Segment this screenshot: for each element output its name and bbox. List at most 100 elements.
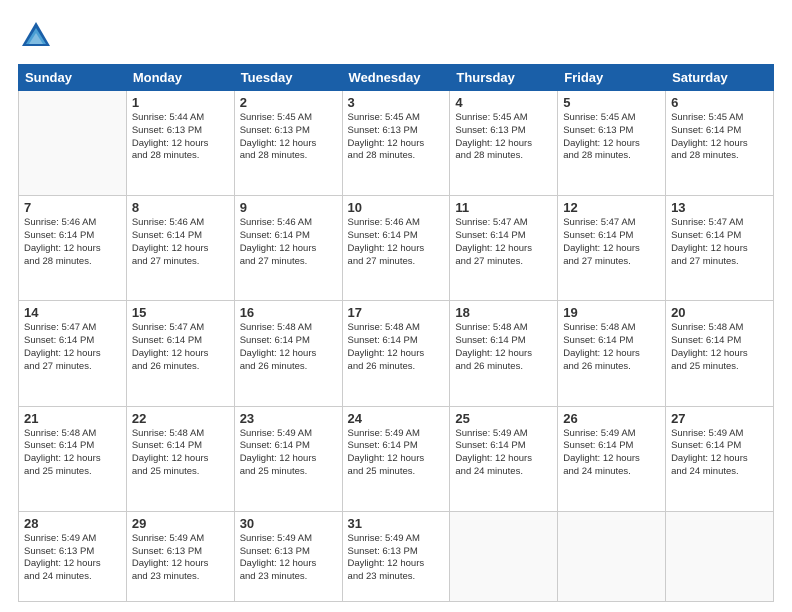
daylight-text: Daylight: 12 hours	[24, 558, 101, 569]
weekday-header: Friday	[558, 65, 666, 91]
sunrise-text: Sunrise: 5:45 AM	[671, 112, 743, 123]
day-info: Sunrise: 5:47 AMSunset: 6:14 PMDaylight:…	[132, 322, 229, 373]
day-number: 20	[671, 305, 768, 320]
daylight-text: Daylight: 12 hours	[348, 453, 425, 464]
calendar-cell: 21Sunrise: 5:48 AMSunset: 6:14 PMDayligh…	[19, 406, 127, 511]
daylight-text: Daylight: 12 hours	[240, 348, 317, 359]
day-number: 28	[24, 516, 121, 531]
day-info: Sunrise: 5:46 AMSunset: 6:14 PMDaylight:…	[348, 217, 445, 268]
sunset-text: Sunset: 6:14 PM	[348, 440, 418, 451]
daylight-text: Daylight: 12 hours	[671, 243, 748, 254]
sunset-text: Sunset: 6:14 PM	[24, 335, 94, 346]
calendar-cell: 24Sunrise: 5:49 AMSunset: 6:14 PMDayligh…	[342, 406, 450, 511]
sunrise-text: Sunrise: 5:48 AM	[671, 322, 743, 333]
daylight-text2: and 24 minutes.	[455, 466, 523, 477]
calendar-cell: 12Sunrise: 5:47 AMSunset: 6:14 PMDayligh…	[558, 196, 666, 301]
day-number: 6	[671, 95, 768, 110]
daylight-text: Daylight: 12 hours	[563, 348, 640, 359]
calendar-cell: 2Sunrise: 5:45 AMSunset: 6:13 PMDaylight…	[234, 91, 342, 196]
daylight-text2: and 28 minutes.	[455, 150, 523, 161]
calendar-table: SundayMondayTuesdayWednesdayThursdayFrid…	[18, 64, 774, 602]
sunrise-text: Sunrise: 5:49 AM	[24, 533, 96, 544]
day-number: 17	[348, 305, 445, 320]
daylight-text: Daylight: 12 hours	[348, 558, 425, 569]
daylight-text2: and 27 minutes.	[240, 256, 308, 267]
sunrise-text: Sunrise: 5:49 AM	[132, 533, 204, 544]
sunset-text: Sunset: 6:14 PM	[24, 230, 94, 241]
sunset-text: Sunset: 6:14 PM	[455, 230, 525, 241]
sunset-text: Sunset: 6:14 PM	[240, 230, 310, 241]
sunset-text: Sunset: 6:13 PM	[348, 125, 418, 136]
day-info: Sunrise: 5:49 AMSunset: 6:14 PMDaylight:…	[240, 428, 337, 479]
sunset-text: Sunset: 6:13 PM	[563, 125, 633, 136]
calendar-cell: 18Sunrise: 5:48 AMSunset: 6:14 PMDayligh…	[450, 301, 558, 406]
sunset-text: Sunset: 6:14 PM	[132, 335, 202, 346]
day-info: Sunrise: 5:45 AM Sunset: 6:13 PM Daylight:…	[563, 112, 660, 163]
day-number: 16	[240, 305, 337, 320]
day-info: Sunrise: 5:47 AMSunset: 6:14 PMDaylight:…	[24, 322, 121, 373]
day-number: 29	[132, 516, 229, 531]
day-info: Sunrise: 5:47 AMSunset: 6:14 PMDaylight:…	[563, 217, 660, 268]
day-info: Sunrise: 5:49 AMSunset: 6:14 PMDaylight:…	[563, 428, 660, 479]
calendar-week-row: 14Sunrise: 5:47 AMSunset: 6:14 PMDayligh…	[19, 301, 774, 406]
calendar-cell	[19, 91, 127, 196]
daylight-text: Daylight: 12 hours	[132, 138, 209, 149]
daylight-text: Daylight: 12 hours	[455, 453, 532, 464]
sunset-text: Sunset: 6:14 PM	[671, 125, 741, 136]
daylight-text: Daylight: 12 hours	[671, 348, 748, 359]
sunset-text: Sunset: 6:14 PM	[563, 335, 633, 346]
sunrise-text: Sunrise: 5:48 AM	[563, 322, 635, 333]
calendar-cell: 25Sunrise: 5:49 AMSunset: 6:14 PMDayligh…	[450, 406, 558, 511]
day-info: Sunrise: 5:49 AMSunset: 6:13 PMDaylight:…	[24, 533, 121, 584]
daylight-text: Daylight: 12 hours	[563, 138, 640, 149]
day-info: Sunrise: 5:48 AMSunset: 6:14 PMDaylight:…	[132, 428, 229, 479]
day-number: 19	[563, 305, 660, 320]
sunset-text: Sunset: 6:14 PM	[455, 440, 525, 451]
day-info: Sunrise: 5:45 AM Sunset: 6:13 PM Daylight:…	[240, 112, 337, 163]
sunrise-text: Sunrise: 5:46 AM	[24, 217, 96, 228]
calendar-cell: 10 Sunrise: 5:46 AMSunset: 6:14 PMDayligh…	[342, 196, 450, 301]
day-number: 10	[348, 200, 445, 215]
logo	[18, 18, 58, 54]
sunrise-text: Sunrise: 5:46 AM	[348, 217, 420, 228]
calendar-cell: 6Sunrise: 5:45 AMSunset: 6:14 PMDaylight…	[666, 91, 774, 196]
calendar-cell: 27 Sunrise: 5:49 AMSunset: 6:14 PMDayligh…	[666, 406, 774, 511]
sunset-text: Sunset: 6:13 PM	[132, 546, 202, 557]
daylight-text: Daylight: 12 hours	[348, 243, 425, 254]
sunset-text: Sunset: 6:14 PM	[132, 230, 202, 241]
day-info: Sunrise: 5:45 AMSunset: 6:13 PMDaylight:…	[348, 112, 445, 163]
day-number: 1	[132, 95, 229, 110]
daylight-text: Daylight: 12 hours	[240, 453, 317, 464]
daylight-text2: and 28 minutes.	[348, 150, 416, 161]
daylight-text: Daylight: 12 hours	[671, 453, 748, 464]
sunset-text: Sunset: 6:13 PM	[240, 546, 310, 557]
sunrise-text: Sunrise: 5:47 AM	[563, 217, 635, 228]
daylight-text2: and 26 minutes.	[348, 361, 416, 372]
sunrise-text: Sunrise: 5:46 AM	[240, 217, 312, 228]
daylight-text2: and 23 minutes.	[132, 571, 200, 582]
day-number: 4	[455, 95, 552, 110]
sunrise-text: Sunrise: 5:45 AM	[563, 112, 635, 123]
daylight-text: Daylight: 12 hours	[455, 348, 532, 359]
daylight-text2: and 25 minutes.	[671, 361, 739, 372]
sunset-text: Sunset: 6:13 PM	[240, 125, 310, 136]
calendar-cell: 31Sunrise: 5:49 AMSunset: 6:13 PMDayligh…	[342, 511, 450, 601]
day-info: Sunrise: 5:49 AMSunset: 6:14 PMDaylight:…	[671, 428, 768, 479]
daylight-text2: and 28 minutes.	[24, 256, 92, 267]
daylight-text2: and 25 minutes.	[132, 466, 200, 477]
daylight-text: Daylight: 12 hours	[240, 138, 317, 149]
calendar-cell: 26Sunrise: 5:49 AMSunset: 6:14 PMDayligh…	[558, 406, 666, 511]
daylight-text: Daylight: 12 hours	[240, 558, 317, 569]
day-info: Sunrise: 5:49 AMSunset: 6:13 PMDaylight:…	[240, 533, 337, 584]
day-number: 27	[671, 411, 768, 426]
daylight-text2: and 28 minutes.	[132, 150, 200, 161]
sunrise-text: Sunrise: 5:49 AM	[240, 428, 312, 439]
sunrise-text: Sunrise: 5:48 AM	[132, 428, 204, 439]
sunrise-text: Sunrise: 5:45 AM	[240, 112, 312, 123]
day-number: 31	[348, 516, 445, 531]
weekday-header: Tuesday	[234, 65, 342, 91]
sunrise-text: Sunrise: 5:49 AM	[348, 428, 420, 439]
sunset-text: Sunset: 6:14 PM	[671, 440, 741, 451]
calendar-cell: 9Sunrise: 5:46 AMSunset: 6:14 PMDaylight…	[234, 196, 342, 301]
sunset-text: Sunset: 6:14 PM	[348, 335, 418, 346]
